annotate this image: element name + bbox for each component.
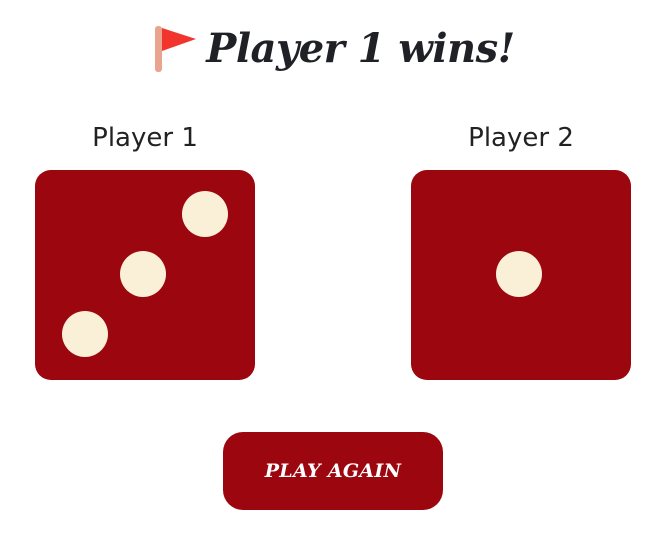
die-pip (62, 311, 108, 357)
die-pip (496, 251, 542, 297)
player-2-die (411, 170, 631, 380)
player-2-label: Player 2 (468, 123, 574, 153)
play-again-button[interactable]: PLAY AGAIN (223, 432, 443, 510)
player-1-label: Player 1 (92, 123, 198, 153)
player-1-panel: Player 1 (35, 118, 255, 380)
red-flag-icon (155, 26, 197, 72)
player-2-panel: Player 2 (411, 118, 631, 380)
winner-title: Player 1 wins! (206, 24, 515, 72)
game-result-header: Player 1 wins! (0, 18, 667, 78)
player-1-die (35, 170, 255, 380)
die-pip (182, 191, 228, 237)
die-pip (120, 251, 166, 297)
